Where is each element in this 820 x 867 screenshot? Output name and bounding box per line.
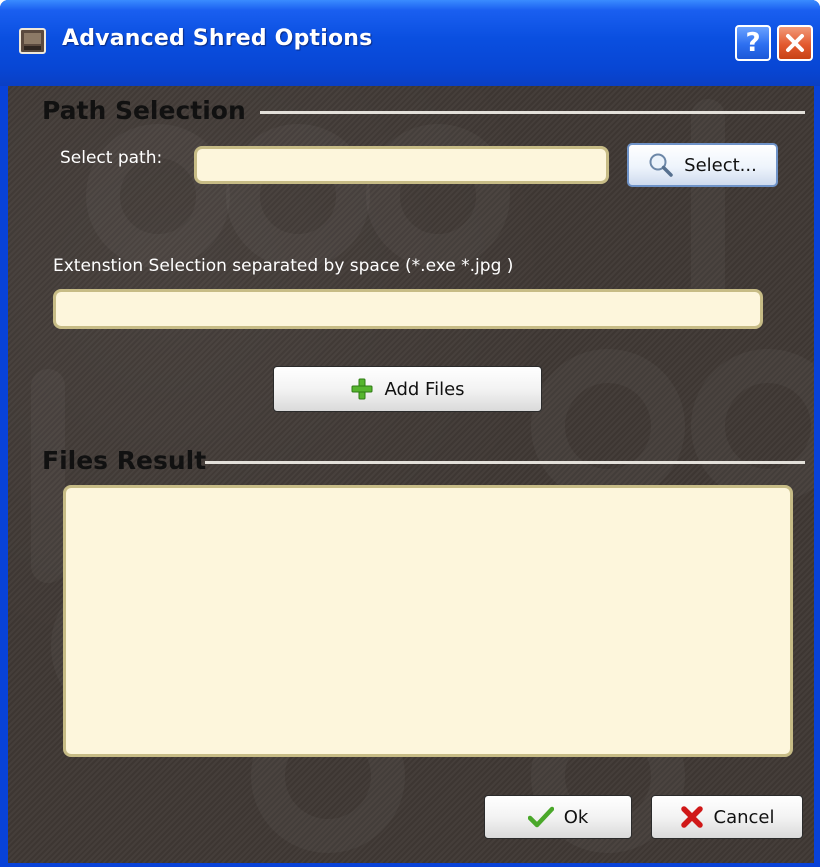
ok-button[interactable]: Ok	[484, 795, 632, 839]
magnifier-icon	[648, 152, 674, 178]
cancel-label: Cancel	[713, 806, 775, 828]
extension-selection-label: Extenstion Selection separated by space …	[53, 256, 514, 276]
files-result-box[interactable]	[63, 485, 793, 757]
close-icon	[784, 32, 806, 54]
add-files-button[interactable]: Add Files	[273, 366, 542, 412]
select-path-label: Select path:	[60, 148, 163, 168]
close-button[interactable]	[777, 25, 813, 61]
app-icon	[18, 26, 48, 56]
select-path-button[interactable]: Select...	[627, 143, 778, 187]
help-icon: ?	[745, 28, 761, 58]
ok-label: Ok	[563, 806, 589, 828]
dialog-body: Path Selection Select path: Select... Ex…	[8, 86, 814, 863]
files-result-divider	[205, 461, 805, 464]
plus-icon	[350, 377, 374, 401]
path-selection-heading: Path Selection	[42, 96, 246, 125]
cross-icon	[680, 805, 704, 829]
title-bar[interactable]: Advanced Shred Options ?	[0, 0, 820, 86]
extension-input[interactable]	[53, 289, 763, 329]
cancel-button[interactable]: Cancel	[651, 795, 803, 839]
files-result-heading: Files Result	[42, 446, 207, 475]
path-selection-divider	[260, 111, 805, 114]
advanced-shred-options-dialog: Advanced Shred Options ? Path Selection …	[0, 0, 820, 867]
checkmark-icon	[527, 806, 554, 828]
select-button-label: Select...	[684, 154, 757, 176]
path-input[interactable]	[194, 146, 609, 184]
help-button[interactable]: ?	[735, 25, 771, 61]
window-title: Advanced Shred Options	[62, 26, 373, 51]
add-files-label: Add Files	[384, 378, 465, 400]
